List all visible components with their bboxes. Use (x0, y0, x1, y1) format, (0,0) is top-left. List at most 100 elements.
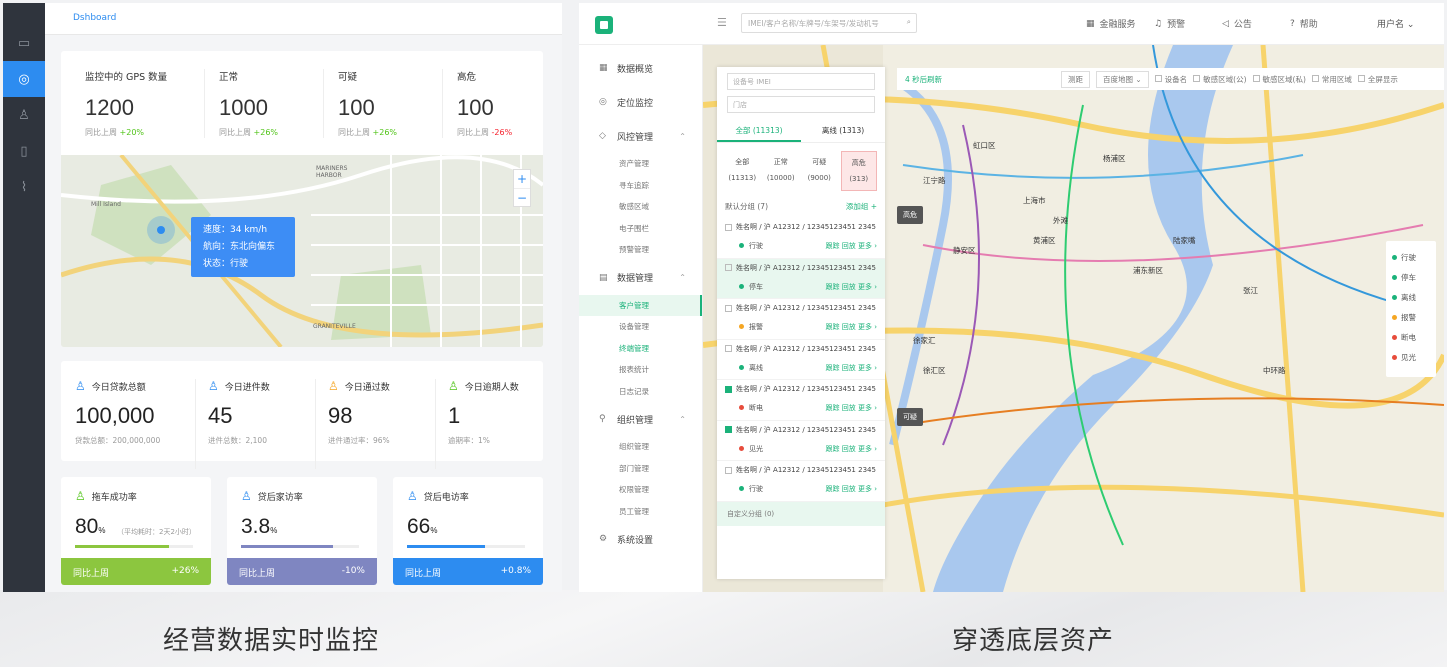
top-nav-item[interactable]: ♫ 预警 (1154, 17, 1185, 31)
sidebar-subitem[interactable]: 电子围栏 (579, 218, 702, 240)
sidebar-subitem[interactable]: 终端管理 (579, 338, 702, 360)
device-checkbox[interactable] (725, 466, 732, 474)
chart-icon[interactable]: ⌇ (3, 169, 45, 205)
custom-group[interactable]: 自定义分组 (0) (717, 501, 885, 526)
sidebar-subitem-label: 设备管理 (619, 322, 649, 332)
status-filter[interactable]: 全部 (11313) (725, 151, 760, 191)
sidebar-subitem-label: 资产管理 (619, 159, 649, 169)
status-filter-count: (10000) (766, 174, 795, 182)
sidebar-item[interactable]: ▦ 数据概览 (579, 51, 702, 85)
sidebar-icon: ⚲ (599, 414, 606, 424)
device-search-input[interactable]: 设备号 IMEI (727, 73, 875, 90)
sidebar-subitem[interactable]: 报表统计 (579, 359, 702, 381)
person-icon: ♙ (75, 489, 86, 503)
device-list-item[interactable]: 姓名啊 / 沪 A12312 / 12345123451 2345 行驶 跟踪 … (717, 461, 885, 502)
zoom-out-button[interactable]: − (514, 188, 530, 206)
sidebar-subitem[interactable]: 设备管理 (579, 316, 702, 338)
zoom-in-button[interactable]: + (514, 170, 530, 188)
group-title[interactable]: 默认分组 (7) (725, 201, 768, 212)
sidebar-subitem[interactable]: 权限管理 (579, 479, 702, 501)
device-list-item[interactable]: 姓名啊 / 沪 A12312 / 12345123451 2345 行驶 跟踪 … (717, 218, 885, 259)
device-list-item[interactable]: 姓名啊 / 沪 A12312 / 12345123451 2345 报警 跟踪 … (717, 299, 885, 340)
document-icon[interactable]: ▯ (3, 133, 45, 169)
tab-all[interactable]: 全部 (11313) (717, 121, 801, 142)
sidebar: ▦ 数据概览 ◎ 定位监控 ◇ 风控管理 ⌃ 资产管理寻车追踪 敏感区域 电子围栏 预警管理 ▤ 数据管… (579, 45, 703, 592)
device-checkbox[interactable] (725, 264, 732, 271)
sidebar-group[interactable]: ▤ 数据管理 ⌃ (579, 261, 702, 295)
device-list-item[interactable]: 姓名啊 / 沪 A12312 / 12345123451 2345 断电 跟踪 … (717, 380, 885, 421)
map-roads (61, 155, 543, 347)
kpi-item: ♙ 今日通过数 98 进件通过率：96% (315, 379, 433, 469)
status-filter-label: 可疑 (812, 158, 827, 166)
sidebar-icon: ◎ (599, 97, 607, 107)
tab-offline[interactable]: 离线 (1313) (801, 121, 885, 142)
status-filter[interactable]: 可疑 (9000) (802, 151, 837, 191)
gps-map[interactable]: MARINERS HARBOR Mill Island GRANITEVILLE… (61, 155, 543, 347)
sidebar-subitem[interactable]: 部门管理 (579, 458, 702, 480)
sidebar-subitem[interactable]: 日志记录 (579, 381, 702, 403)
device-checkbox[interactable] (725, 304, 732, 312)
device-panel: 设备号 IMEI 门店 全部 (11313) 离线 (1313) 全部 (1131… (717, 67, 885, 579)
map-toolbar: 4 秒后刷新 测距 百度地图 ⌄ 设备名 敏感区域(公) 敏感区域(私) 常用区域 全屏… (897, 68, 1444, 90)
sidebar-item-label: 数据管理 (617, 274, 654, 284)
ranging-button[interactable]: 测距 (1061, 70, 1090, 88)
gear-icon[interactable]: ◎ (3, 61, 45, 97)
device-checkbox[interactable] (725, 426, 732, 433)
app-logo[interactable] (595, 16, 613, 34)
top-nav-item[interactable]: ◁ 公告 (1222, 17, 1252, 31)
top-nav-item[interactable]: ▦ 金融服务 (1086, 17, 1136, 31)
breadcrumb[interactable]: Dshboard (45, 3, 562, 35)
map-place-label: 静安区 (953, 246, 976, 255)
marker-suspect[interactable]: 可疑 (897, 408, 923, 426)
sidebar-item[interactable]: ◎ 定位监控 (579, 85, 702, 119)
sidebar-subitem[interactable]: 预警管理 (579, 239, 702, 261)
global-search-input[interactable]: IMEI/客户名称/车牌号/车架号/发动机号 ⌕ (741, 13, 917, 33)
device-checkbox[interactable] (725, 223, 732, 231)
rate-bar-fill (75, 545, 170, 548)
user-menu[interactable]: 用户名 ⌄ (1377, 17, 1414, 30)
sidebar-subitem[interactable]: 组织管理 (579, 436, 702, 458)
map-layer-checkbox[interactable]: 设备名 (1154, 74, 1187, 85)
sidebar-subitem[interactable]: 员工管理 (579, 501, 702, 523)
top-nav-item[interactable]: ? 帮助 (1290, 17, 1318, 31)
device-list-item[interactable]: 姓名啊 / 沪 A12312 / 12345123451 2345 见光 跟踪 … (717, 421, 885, 461)
map-layer-checkbox[interactable]: 全屏显示 (1357, 74, 1398, 85)
sidebar-group[interactable]: ⚲ 组织管理 ⌃ (579, 402, 702, 436)
legend-item: 断电 (1392, 327, 1430, 347)
device-actions[interactable]: 跟踪 回放 更多 › (826, 363, 877, 373)
sidebar-group[interactable]: ◇ 风控管理 ⌃ (579, 119, 702, 153)
status-filter[interactable]: 正常 (10000) (764, 151, 799, 191)
map-type-select[interactable]: 百度地图 ⌄ (1096, 70, 1149, 88)
monitor-icon[interactable]: ▭ (3, 25, 45, 61)
device-actions[interactable]: 跟踪 回放 更多 › (826, 241, 877, 251)
sidebar-subitem[interactable]: 敏感区域 (579, 196, 702, 218)
device-status: 行驶 (739, 484, 763, 494)
device-actions[interactable]: 跟踪 回放 更多 › (826, 484, 877, 494)
user-icon[interactable]: ♙ (3, 97, 45, 133)
device-actions[interactable]: 跟踪 回放 更多 › (826, 403, 877, 413)
device-checkbox[interactable] (725, 385, 732, 393)
sidebar-subitem[interactable]: 资产管理 (579, 153, 702, 175)
sidebar-subitem[interactable]: 客户管理 (579, 294, 702, 316)
device-actions[interactable]: 跟踪 回放 更多 › (826, 322, 877, 332)
add-group-link[interactable]: 添加组 + (846, 201, 877, 212)
sidebar-subitem-label: 终端管理 (619, 343, 649, 353)
device-actions[interactable]: 跟踪 回放 更多 › (826, 444, 877, 454)
device-list-item[interactable]: 姓名啊 / 沪 A12312 / 12345123451 2345 停车 跟踪 … (717, 258, 885, 299)
device-actions[interactable]: 跟踪 回放 更多 › (826, 282, 877, 292)
menu-toggle-icon[interactable]: ☰ (717, 16, 727, 29)
status-filter[interactable]: 高危 (313) (840, 151, 877, 191)
device-checkbox[interactable] (725, 345, 732, 352)
person-icon: ♙ (328, 379, 339, 393)
sidebar-subitem[interactable]: 寻车追踪 (579, 175, 702, 197)
map-layer-checkbox[interactable]: 敏感区域(私) (1252, 74, 1306, 85)
caption-left: 经营数据实时监控 (163, 626, 380, 656)
store-select[interactable]: 门店 (727, 96, 875, 113)
dashboard-screenshot: ▭ ◎ ♙ ▯ ⌇ Dshboard 监控中的 GPS 数量 1200 同比上周… (3, 3, 562, 592)
map-layer-checkbox[interactable]: 敏感区域(公) (1193, 74, 1247, 85)
sidebar-item[interactable]: ⚙ 系统设置 (579, 522, 702, 556)
map-layer-checkbox[interactable]: 常用区域 (1311, 74, 1352, 85)
map-place-label: 江宁路 (923, 176, 946, 185)
marker-high-risk[interactable]: 高危 (897, 206, 923, 224)
device-list-item[interactable]: 姓名啊 / 沪 A12312 / 12345123451 2345 离线 跟踪 … (717, 340, 885, 380)
